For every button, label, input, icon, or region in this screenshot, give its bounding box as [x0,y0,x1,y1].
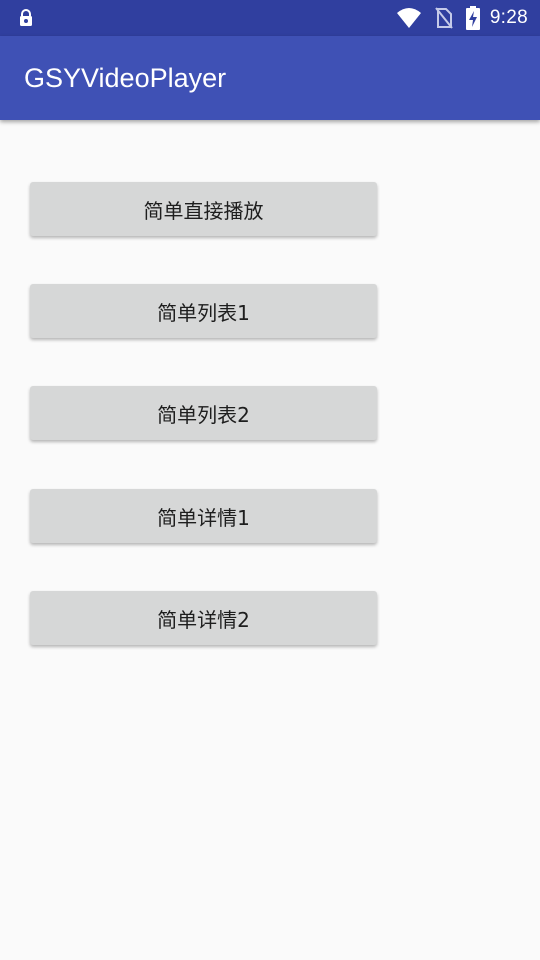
app-title: GSYVideoPlayer [24,63,227,93]
simple-direct-play-button[interactable]: 简单直接播放 [30,182,377,236]
simple-detail-2-button[interactable]: 简单详情2 [30,591,377,645]
main-content: 简单直接播放 简单列表1 简单列表2 简单详情1 简单详情2 [0,120,540,960]
simple-list-1-button[interactable]: 简单列表1 [30,284,377,338]
status-bar: 9:28 [0,0,540,36]
battery-charging-icon [465,6,480,30]
wifi-icon [396,8,421,28]
simple-detail-1-button[interactable]: 简单详情1 [30,489,377,543]
status-icons: 9:28 [384,0,528,36]
lock-icon [20,9,32,26]
simple-list-2-button[interactable]: 简单列表2 [30,386,377,440]
no-sim-icon [435,7,453,29]
app-bar: GSYVideoPlayer [0,36,540,120]
status-time: 9:28 [489,7,528,28]
